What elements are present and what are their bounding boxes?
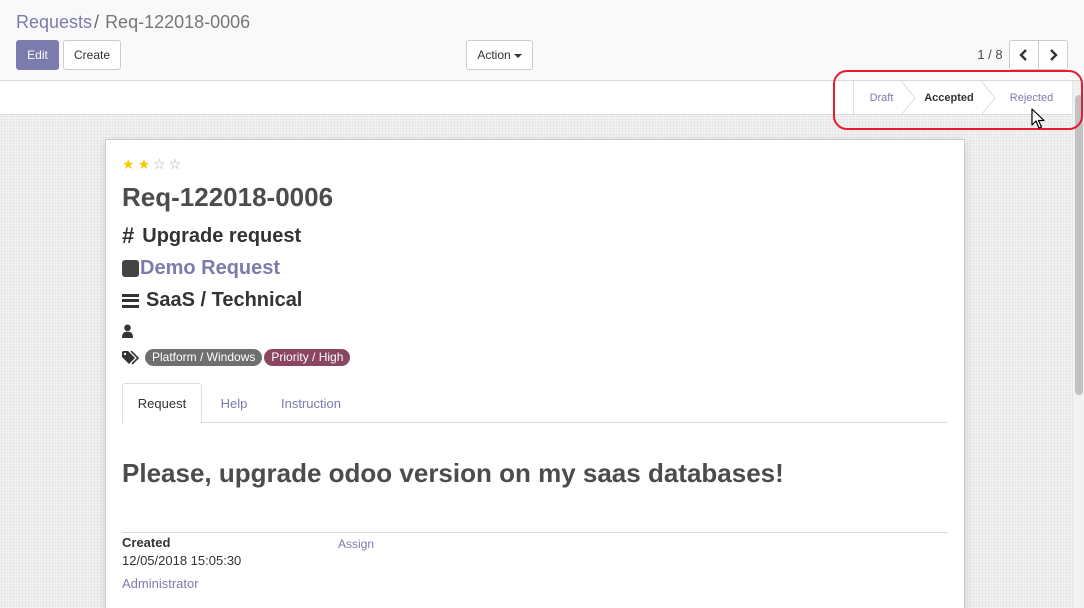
pager-previous-button[interactable] [1009,40,1039,70]
create-button[interactable]: Create [63,40,121,70]
star-empty-icon[interactable]: ☆ [169,156,182,172]
service-row: Demo Request [122,257,280,280]
form-sheet: ★ ★ ☆ ☆ Req-122018-0006 # Upgrade reques… [105,139,965,608]
bars-icon [122,293,139,308]
tab-help[interactable]: Help [208,383,260,423]
request-text: Please, upgrade odoo version on my saas … [122,458,784,488]
record-title: Req-122018-0006 [122,182,334,212]
hash-icon: # [122,223,135,248]
assign-link[interactable]: Assign [338,537,374,551]
tag-badge: Priority / High [264,349,351,366]
action-label: Action [477,48,511,62]
category-value: SaaS / Technical [146,289,303,311]
caret-down-icon [513,54,522,58]
tab-instruction[interactable]: Instruction [270,383,352,423]
mouse-cursor-icon [1031,108,1045,129]
square-icon [122,260,139,277]
created-date: 12/05/2018 15:05:30 [122,553,242,568]
action-dropdown-button[interactable]: Action [466,40,533,70]
breadcrumb-requests-link[interactable]: Requests [16,12,92,32]
tag-badge: Platform / Windows [145,349,263,366]
breadcrumb-current: Req-122018-0006 [105,12,251,32]
chevron-left-icon [1019,49,1027,61]
breadcrumb: Requests / Req-122018-0006 [16,11,250,33]
created-by-link[interactable]: Administrator [122,576,199,591]
priority-rating[interactable]: ★ ★ ☆ ☆ [122,156,181,172]
category-row: SaaS / Technical [122,289,302,312]
breadcrumb-separator: / [94,12,100,32]
vertical-scrollbar[interactable] [1072,81,1084,608]
tags-icon [122,350,140,365]
user-row [122,324,133,338]
star-filled-icon[interactable]: ★ [122,156,135,172]
control-panel: Requests / Req-122018-0006 Edit Create Act… [0,0,1084,81]
tags-row: Platform / Windows Priority / High [122,349,352,366]
star-filled-icon[interactable]: ★ [138,156,151,172]
highlight-annotation [833,70,1083,130]
tab-request[interactable]: Request [122,383,202,424]
pager-next-button[interactable] [1038,40,1068,70]
divider [122,532,948,533]
request-type-value: Upgrade request [142,224,302,247]
edit-button[interactable]: Edit [16,40,59,70]
star-empty-icon[interactable]: ☆ [153,156,166,172]
user-icon [122,324,133,338]
created-label: Created [122,535,171,550]
scrollbar-thumb[interactable] [1075,95,1083,395]
pager-value[interactable]: 1 / 8 [972,47,1008,62]
chevron-right-icon [1050,49,1058,61]
notebook-tabs: Request Help Instruction [122,383,948,424]
service-link[interactable]: Demo Request [140,257,280,280]
request-type-row: # Upgrade request [122,223,301,249]
